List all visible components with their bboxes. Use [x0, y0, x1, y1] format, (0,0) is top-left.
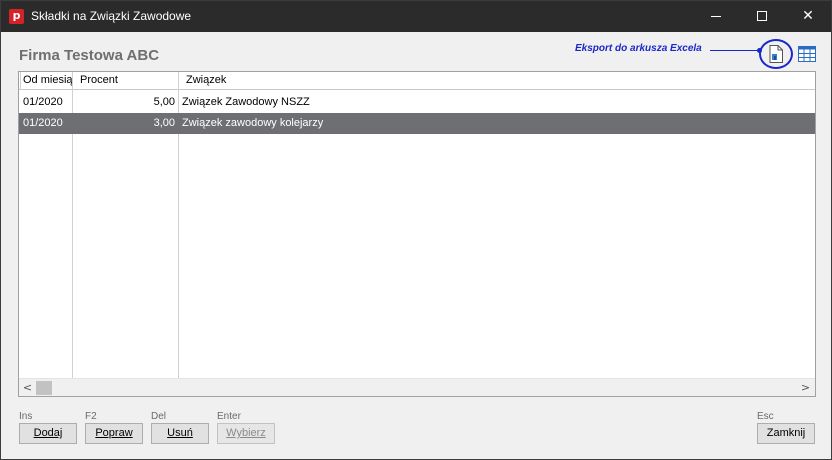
shortcut-hint-f2: F2 — [85, 411, 97, 422]
edit-button[interactable]: Popraw — [85, 423, 143, 444]
column-header-percent[interactable]: Procent — [80, 74, 170, 86]
close-button-label: Zamknij — [766, 427, 806, 439]
column-header-union[interactable]: Związek — [186, 74, 386, 86]
add-button-label: Dodaj — [33, 427, 63, 439]
annotation-pointer-line — [710, 50, 760, 51]
unions-table[interactable]: Od miesią Procent Związek 01/2020 5,00 Z… — [18, 71, 816, 397]
title-bar[interactable]: p Składki na Związki Zawodowe ✕ — [1, 1, 831, 32]
add-button[interactable]: Dodaj — [19, 423, 77, 444]
table-row[interactable]: 01/2020 5,00 Związek Zawodowy NSZZ — [19, 92, 815, 113]
scroll-right-arrow[interactable]: > — [797, 380, 814, 396]
column-separator — [20, 72, 21, 90]
app-icon: p — [9, 9, 24, 24]
shortcut-hint-ins: Ins — [19, 411, 33, 422]
shortcut-hint-enter: Enter — [217, 411, 241, 422]
column-header-month[interactable]: Od miesią — [23, 74, 73, 86]
select-button-label: Wybierz — [226, 427, 266, 439]
cell-percent: 3,00 — [153, 117, 175, 129]
shortcut-hint-esc: Esc — [757, 411, 774, 422]
company-name: Firma Testowa ABC — [19, 47, 160, 64]
window-title: Składki na Związki Zawodowe — [31, 9, 192, 23]
edit-button-label: Popraw — [95, 427, 133, 439]
scrollbar-thumb[interactable] — [36, 381, 52, 395]
export-excel-icon[interactable] — [768, 45, 784, 63]
scroll-left-arrow[interactable]: < — [19, 380, 36, 396]
table-view-icon[interactable] — [798, 46, 816, 62]
minimize-icon — [711, 15, 721, 17]
export-annotation-label: Eksport do arkusza Excela — [575, 43, 702, 54]
dialog-window: p Składki na Związki Zawodowe ✕ Firma Te… — [0, 0, 832, 460]
delete-button-label: Usuń — [167, 427, 193, 439]
table-row-selected[interactable]: 01/2020 3,00 Związek zawodowy kolejarzy — [19, 113, 815, 134]
cell-union: Związek zawodowy kolejarzy — [182, 117, 324, 129]
cell-month: 01/2020 — [23, 96, 63, 108]
horizontal-scrollbar[interactable]: < > — [19, 378, 815, 396]
maximize-icon — [757, 11, 767, 21]
cell-month: 01/2020 — [23, 117, 63, 129]
close-button[interactable]: Zamknij — [757, 423, 815, 444]
select-button[interactable]: Wybierz — [217, 423, 275, 444]
delete-button[interactable]: Usuń — [151, 423, 209, 444]
minimize-button[interactable] — [693, 1, 739, 32]
close-window-button[interactable]: ✕ — [785, 1, 831, 32]
table-header: Od miesią Procent Związek — [19, 72, 815, 90]
cell-percent: 5,00 — [153, 96, 175, 108]
maximize-button[interactable] — [739, 1, 785, 32]
close-icon: ✕ — [802, 8, 814, 24]
cell-union: Związek Zawodowy NSZZ — [182, 96, 310, 108]
shortcut-hint-del: Del — [151, 411, 167, 422]
